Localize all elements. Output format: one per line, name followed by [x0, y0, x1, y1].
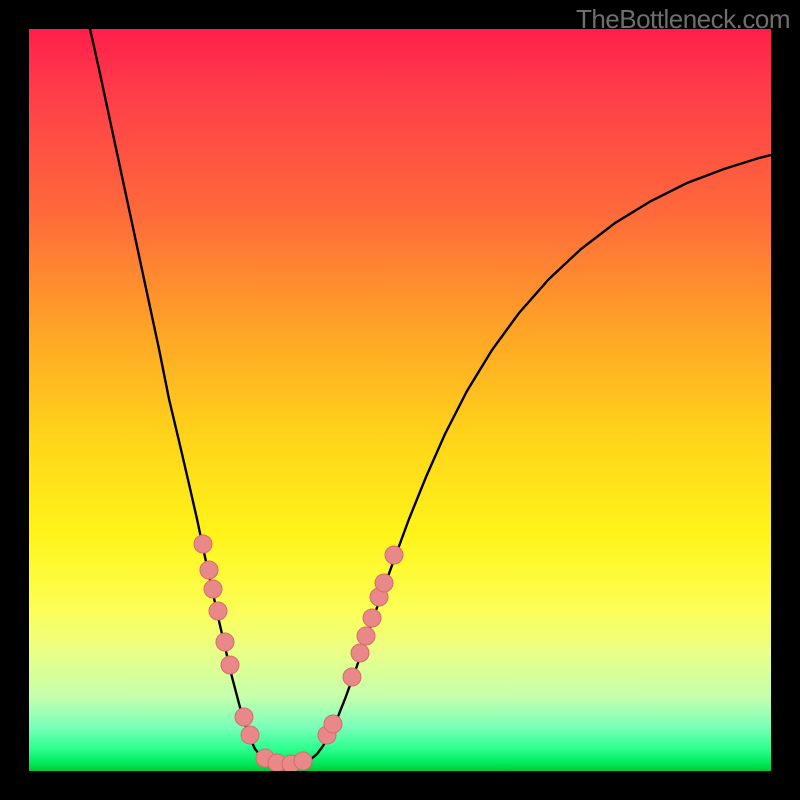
- data-point: [351, 644, 369, 662]
- watermark-text: TheBottleneck.com: [576, 4, 790, 35]
- data-point: [221, 656, 239, 674]
- data-point: [209, 602, 227, 620]
- bottleneck-curve: [90, 29, 771, 766]
- data-point: [294, 752, 312, 770]
- chart-svg: [29, 29, 771, 771]
- data-point: [357, 627, 375, 645]
- data-point: [385, 546, 403, 564]
- data-point: [235, 708, 253, 726]
- data-point: [343, 668, 361, 686]
- data-point: [200, 561, 218, 579]
- data-point: [363, 609, 381, 627]
- data-point: [204, 580, 222, 598]
- data-point: [375, 574, 393, 592]
- data-point: [324, 715, 342, 733]
- chart-area: [29, 29, 771, 771]
- data-point: [241, 726, 259, 744]
- data-point: [194, 535, 212, 553]
- data-point: [216, 633, 234, 651]
